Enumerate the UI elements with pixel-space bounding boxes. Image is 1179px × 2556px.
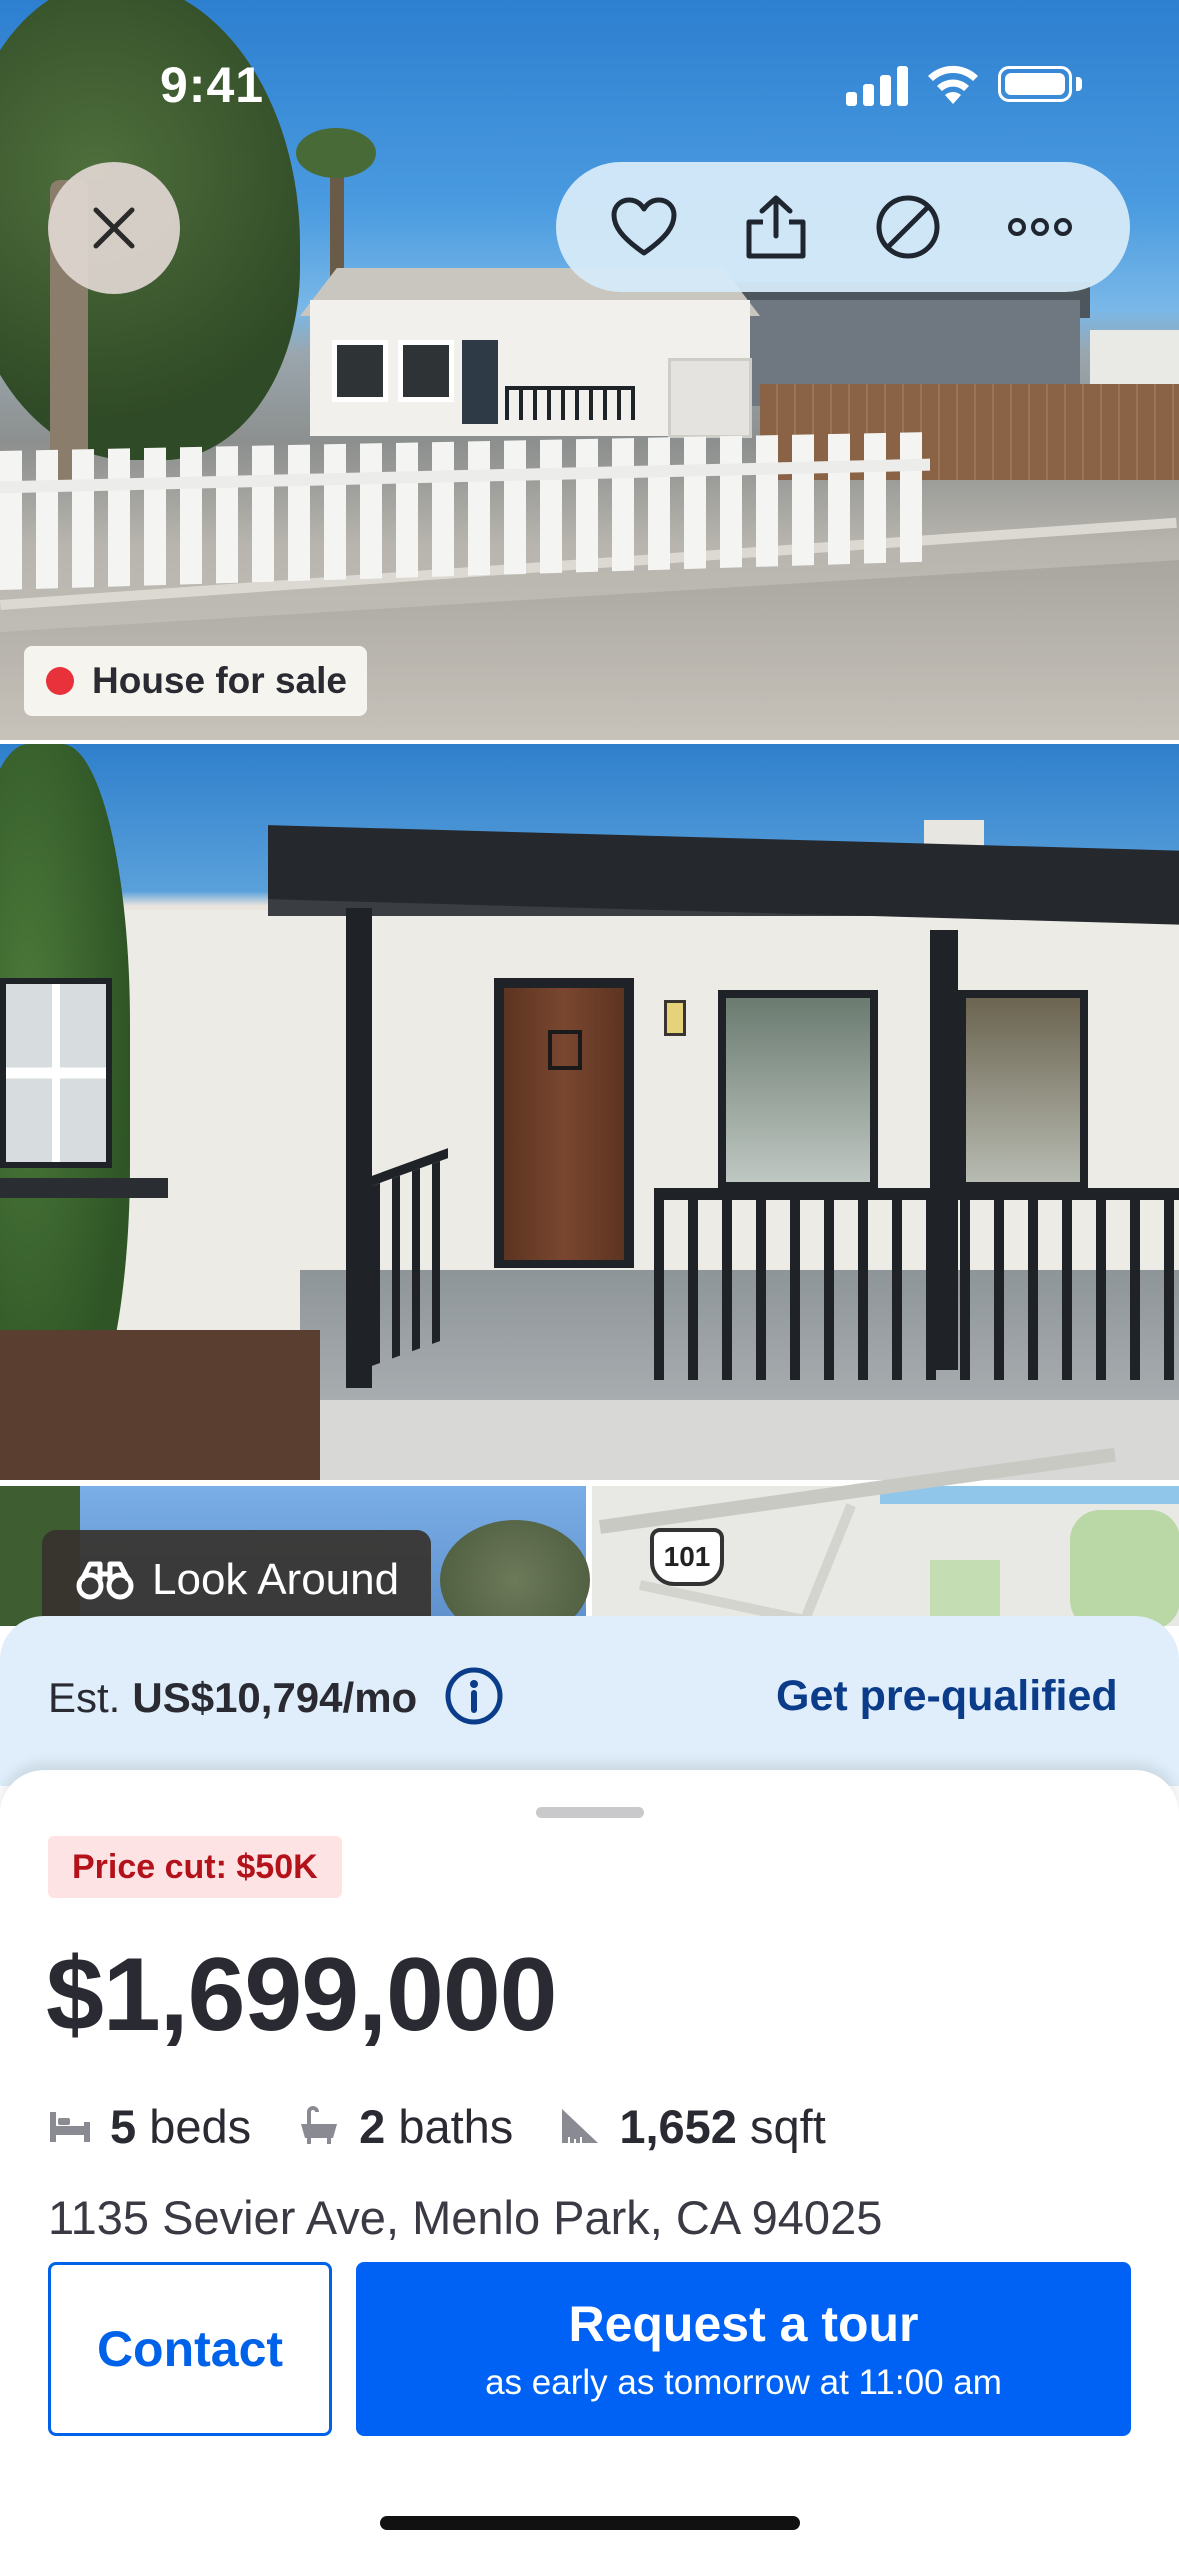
share-icon	[746, 195, 806, 259]
request-tour-subtitle: as early as tomorrow at 11:00 am	[485, 2363, 1002, 2402]
heart-icon	[611, 197, 677, 256]
beds-fact: 5 beds	[48, 2099, 251, 2154]
cellular-signal-icon	[846, 64, 910, 106]
sheet-grabber[interactable]	[536, 1807, 644, 1818]
payment-estimate: Est. US$10,794/mo	[48, 1674, 417, 1722]
hide-listing-button[interactable]	[870, 189, 946, 265]
baths-label: baths	[398, 2099, 514, 2153]
more-icon	[1008, 218, 1072, 236]
status-dot-icon	[46, 667, 74, 695]
wifi-icon	[928, 65, 978, 104]
get-prequalified-link[interactable]: Get pre-qualified	[776, 1672, 1118, 1721]
info-icon[interactable]	[444, 1666, 504, 1726]
listing-price: $1,699,000	[46, 1937, 558, 2053]
contact-button[interactable]: Contact	[48, 2262, 332, 2436]
share-button[interactable]	[738, 189, 814, 265]
sqft-label: sqft	[750, 2099, 826, 2153]
look-around-button[interactable]: Look Around	[42, 1530, 432, 1630]
highway-shield: 101	[650, 1528, 724, 1586]
baths-fact: 2 baths	[297, 2099, 513, 2154]
beds-label: beds	[149, 2099, 252, 2153]
request-tour-button[interactable]: Request a tour as early as tomorrow at 1…	[356, 2262, 1131, 2436]
binoculars-icon	[76, 1561, 134, 1600]
look-around-label: Look Around	[152, 1555, 400, 1604]
sqft-fact: 1,652 sqft	[559, 2099, 826, 2154]
request-tour-label: Request a tour	[568, 2296, 919, 2352]
status-time: 9:41	[160, 57, 265, 113]
area-icon	[562, 2109, 599, 2143]
battery-icon	[998, 66, 1072, 102]
hide-icon	[876, 195, 940, 259]
sqft-value: 1,652	[619, 2099, 737, 2153]
baths-value: 2	[359, 2099, 386, 2153]
beds-value: 5	[110, 2099, 137, 2153]
estimate-prefix: Est.	[48, 1674, 121, 1721]
home-indicator[interactable]	[380, 2516, 800, 2530]
contact-button-label: Contact	[96, 2321, 284, 2377]
close-icon	[93, 207, 135, 249]
estimate-amount: US$10,794/mo	[132, 1674, 418, 1721]
close-button[interactable]	[48, 162, 180, 294]
listing-status-label: House for sale	[92, 660, 347, 701]
bed-icon	[50, 2112, 90, 2142]
more-button[interactable]	[1002, 189, 1078, 265]
bathtub-icon	[301, 2106, 338, 2144]
favorite-button[interactable]	[606, 189, 682, 265]
listing-address: 1135 Sevier Ave, Menlo Park, CA 94025	[48, 2191, 883, 2244]
listing-status-badge: House for sale	[24, 646, 367, 716]
property-facts: 5 beds 2 baths 1,652 sqft	[48, 2096, 872, 2156]
price-cut-badge: Price cut: $50K	[48, 1836, 342, 1898]
listing-actions	[556, 162, 1130, 292]
